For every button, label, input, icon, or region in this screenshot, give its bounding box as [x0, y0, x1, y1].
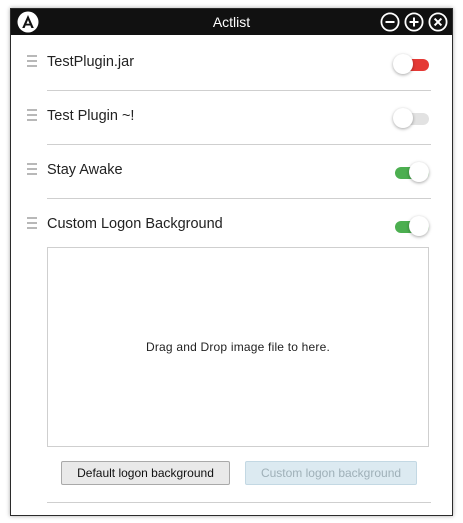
plugin-label: Stay Awake	[47, 162, 123, 178]
plugin-toggle[interactable]	[393, 53, 429, 75]
plugin-row: TestPlugin.jar	[21, 37, 431, 91]
app-logo-icon	[17, 11, 39, 33]
minus-circle-icon	[380, 12, 400, 32]
plugin-toggle[interactable]	[393, 107, 429, 129]
panel-divider	[47, 502, 431, 503]
toggle-knob	[409, 162, 429, 182]
app-window: Actlist TestPlugin.jar Test Plugin ~! St…	[10, 8, 453, 516]
plugin-row: Stay Awake	[21, 145, 431, 199]
plugin-row: Custom Logon Background	[21, 199, 431, 253]
toggle-knob	[409, 216, 429, 236]
drag-handle-icon[interactable]	[27, 217, 37, 231]
image-drop-zone[interactable]: Drag and Drop image file to here.	[47, 247, 429, 447]
close-button[interactable]	[428, 12, 448, 32]
plugin-row: Test Plugin ~!	[21, 91, 431, 145]
plugin-label: Test Plugin ~!	[47, 108, 135, 124]
custom-logon-background-button[interactable]: Custom logon background	[245, 461, 417, 485]
drag-handle-icon[interactable]	[27, 109, 37, 123]
plugin-toggle[interactable]	[393, 161, 429, 183]
plugin-toggle[interactable]	[393, 215, 429, 237]
drag-handle-icon[interactable]	[27, 55, 37, 69]
toggle-knob	[393, 54, 413, 74]
drag-handle-icon[interactable]	[27, 163, 37, 177]
plugin-label: Custom Logon Background	[47, 216, 223, 232]
title-bar[interactable]: Actlist	[11, 9, 452, 35]
close-circle-icon	[428, 12, 448, 32]
maximize-button[interactable]	[404, 12, 424, 32]
default-logon-background-button[interactable]: Default logon background	[61, 461, 230, 485]
plus-circle-icon	[404, 12, 424, 32]
minimize-button[interactable]	[380, 12, 400, 32]
toggle-knob	[393, 108, 413, 128]
drop-zone-text: Drag and Drop image file to here.	[145, 340, 331, 354]
plugin-label: TestPlugin.jar	[47, 54, 135, 70]
